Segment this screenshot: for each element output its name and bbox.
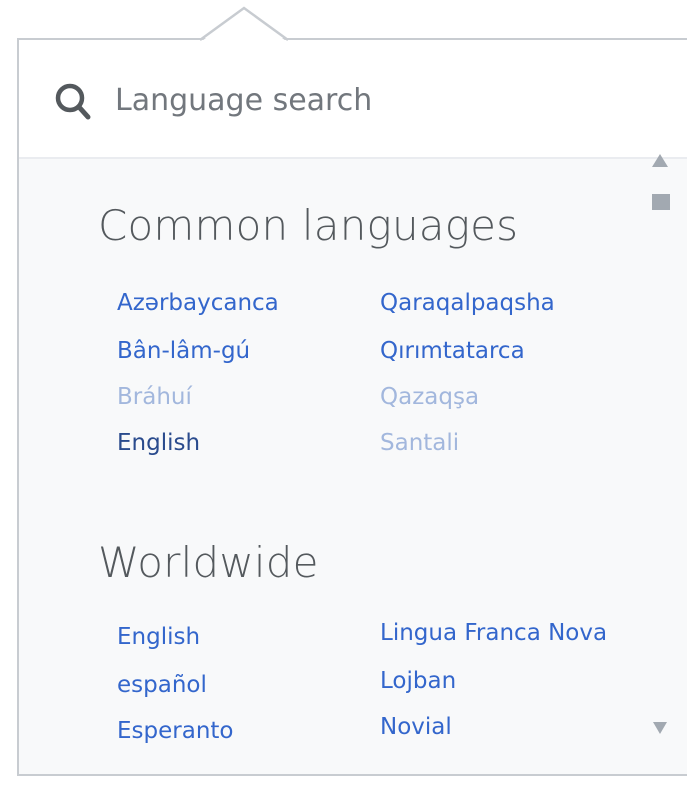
language-search-input[interactable] [115, 74, 635, 126]
language-link[interactable]: Qırımtatarca [380, 338, 525, 364]
language-link[interactable]: Qazaqşa [380, 384, 479, 410]
language-link[interactable]: Qaraqalpaqsha [380, 290, 555, 316]
language-link[interactable]: Lojban [380, 668, 456, 694]
search-icon [55, 83, 91, 120]
worldwide-heading: Worldwide [98, 538, 319, 587]
scrollbar-thumb[interactable] [652, 194, 670, 210]
language-link[interactable]: Santali [380, 430, 459, 456]
language-selector-popup: Common languages Azərbaycanca Bân-lâm-gú… [0, 0, 687, 788]
language-link[interactable]: español [117, 672, 207, 698]
language-link[interactable]: English [117, 624, 200, 650]
scroll-down-arrow-icon[interactable] [653, 722, 667, 734]
language-link[interactable]: English [117, 430, 200, 456]
common-languages-heading: Common languages [98, 201, 519, 250]
language-link[interactable]: Bráhuí [117, 384, 192, 410]
language-link[interactable]: Bân-lâm-gú [117, 338, 250, 364]
language-link[interactable]: Lingua Franca Nova [380, 620, 607, 646]
language-link[interactable]: Esperanto [117, 718, 233, 744]
language-link[interactable]: Novial [380, 714, 452, 740]
search-bar [19, 40, 687, 159]
scroll-up-arrow-icon[interactable] [652, 154, 668, 167]
language-link[interactable]: Azərbaycanca [117, 290, 279, 316]
